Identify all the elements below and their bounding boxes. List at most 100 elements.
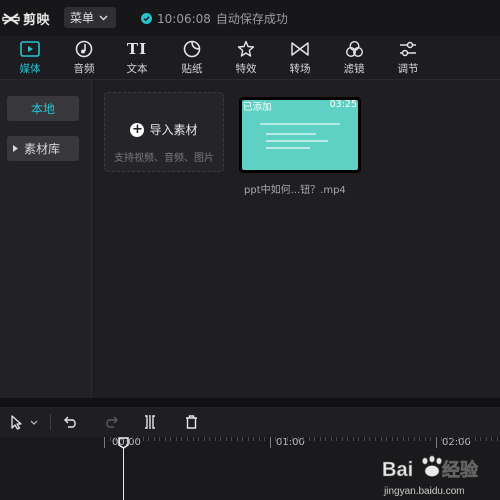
import-hint: 支持视频、音频、图片 [114,153,214,164]
ruler-tick [452,437,454,441]
import-label: 导入素材 [149,123,198,137]
thumb-text-line [266,147,310,149]
ruler-tick [275,437,277,441]
filter-icon [345,38,364,60]
tab-sticker-label: 贴纸 [181,63,203,75]
tab-effects[interactable]: 特效 [224,38,268,78]
ruler-tick [264,437,266,441]
ruler-tick [297,437,299,441]
import-media-card[interactable]: + 导入素材 支持视频、音频、图片 [104,92,224,172]
ruler-tick [336,437,338,441]
ruler-tick [247,437,249,441]
redo-button[interactable] [102,413,120,431]
ruler-tick [281,437,282,441]
ruler-tick [115,437,117,441]
media-sidebar: 本地 素材库 [0,80,92,398]
playhead-line[interactable] [123,447,124,500]
import-media-button[interactable]: + 导入素材 [105,121,223,138]
ruler-tick [109,437,111,441]
ruler-tick [253,437,255,441]
ruler-tick [269,437,271,448]
tab-filter[interactable]: 滤镜 [332,38,376,78]
tab-sticker[interactable]: 贴纸 [170,38,214,78]
capcut-logo-icon [2,12,20,25]
sidebar-item-label: 素材库 [24,142,61,156]
sidebar-item-local[interactable]: 本地 [7,96,79,121]
tab-transition[interactable]: 转场 [278,38,322,78]
ruler-tick [242,437,244,441]
ruler-tick [225,437,227,441]
ruler-tick [142,437,144,441]
ruler-tick [303,437,305,441]
ruler-tick [480,437,481,441]
ruler-tick [341,437,343,441]
ruler-tick [424,437,426,441]
baidu-jingyan-watermark: Bai 经验 jingyan.baidu.com [382,455,479,497]
ruler-tick [491,437,493,441]
ruler-tick [308,437,310,441]
ruler-tick [181,437,183,441]
ruler-tick [485,437,487,441]
ruler-tick [352,437,354,441]
thumb-text-line [266,133,316,135]
clip-filename: ppt中如何...钮？.mp4 [244,185,346,196]
effects-icon [237,38,255,60]
redo-icon [106,416,118,428]
delete-button[interactable] [182,413,200,431]
ruler-tick [330,437,332,441]
svg-text:经验: 经验 [442,459,479,480]
tab-media-label: 媒体 [19,63,41,75]
tab-filter-label: 滤镜 [343,63,365,75]
ruler-tick [402,437,404,441]
ruler-tick [419,437,421,441]
tab-text-label: 文本 [126,63,148,75]
ruler-tick [314,437,316,441]
tab-text[interactable]: TI 文本 [115,38,159,78]
tab-transition-label: 转场 [289,63,311,75]
tab-media[interactable]: 媒体 [8,38,52,78]
tab-adjust-label: 调节 [397,63,419,75]
adjust-icon [398,38,418,60]
undo-button[interactable] [62,413,80,431]
save-status: 10:06:08 自动保存成功 [141,10,288,27]
thumb-text-line [260,123,340,125]
ruler-tick [496,437,498,441]
ruler-tick [153,437,155,441]
ruler-tick [192,437,194,441]
ruler-tick [380,437,382,441]
svg-text:jingyan.baidu.com: jingyan.baidu.com [383,486,465,497]
ruler-tick [198,437,199,441]
playhead-handle[interactable] [118,437,129,449]
ruler-tick [430,437,432,441]
tab-effects-label: 特效 [235,63,257,75]
ruler-tick [435,437,437,448]
added-badge: 已添加 [243,102,272,113]
ruler-tick [413,437,415,441]
ruler-tick [325,437,327,441]
split-button[interactable] [141,413,159,431]
ruler-tick [347,437,349,441]
cursor-icon [11,414,22,430]
ruler-tick [469,437,470,441]
ruler-tick [292,437,293,441]
ruler-tick [203,437,205,441]
menu-label: 菜单 [70,11,95,25]
ruler-tick [369,437,371,441]
ruler-tick [186,437,188,441]
tab-adjust[interactable]: 调节 [386,38,430,78]
ruler-tick [164,437,166,441]
media-clip[interactable]: 已添加 03:25 [239,97,361,173]
select-tool-button[interactable] [4,413,44,431]
ruler-tick [375,437,376,441]
ruler-tick [131,437,133,441]
tab-audio[interactable]: 音频 [62,38,106,78]
ruler-tick [104,437,105,448]
ruler-tick [363,437,365,441]
menu-button[interactable]: 菜单 [64,7,116,28]
ruler-tick [148,437,150,441]
ruler-tick [474,437,476,441]
tab-audio-label: 音频 [73,63,95,75]
clip-duration: 03:25 [329,99,357,110]
sidebar-item-library[interactable]: 素材库 [7,136,79,161]
ruler-tick [457,437,459,441]
